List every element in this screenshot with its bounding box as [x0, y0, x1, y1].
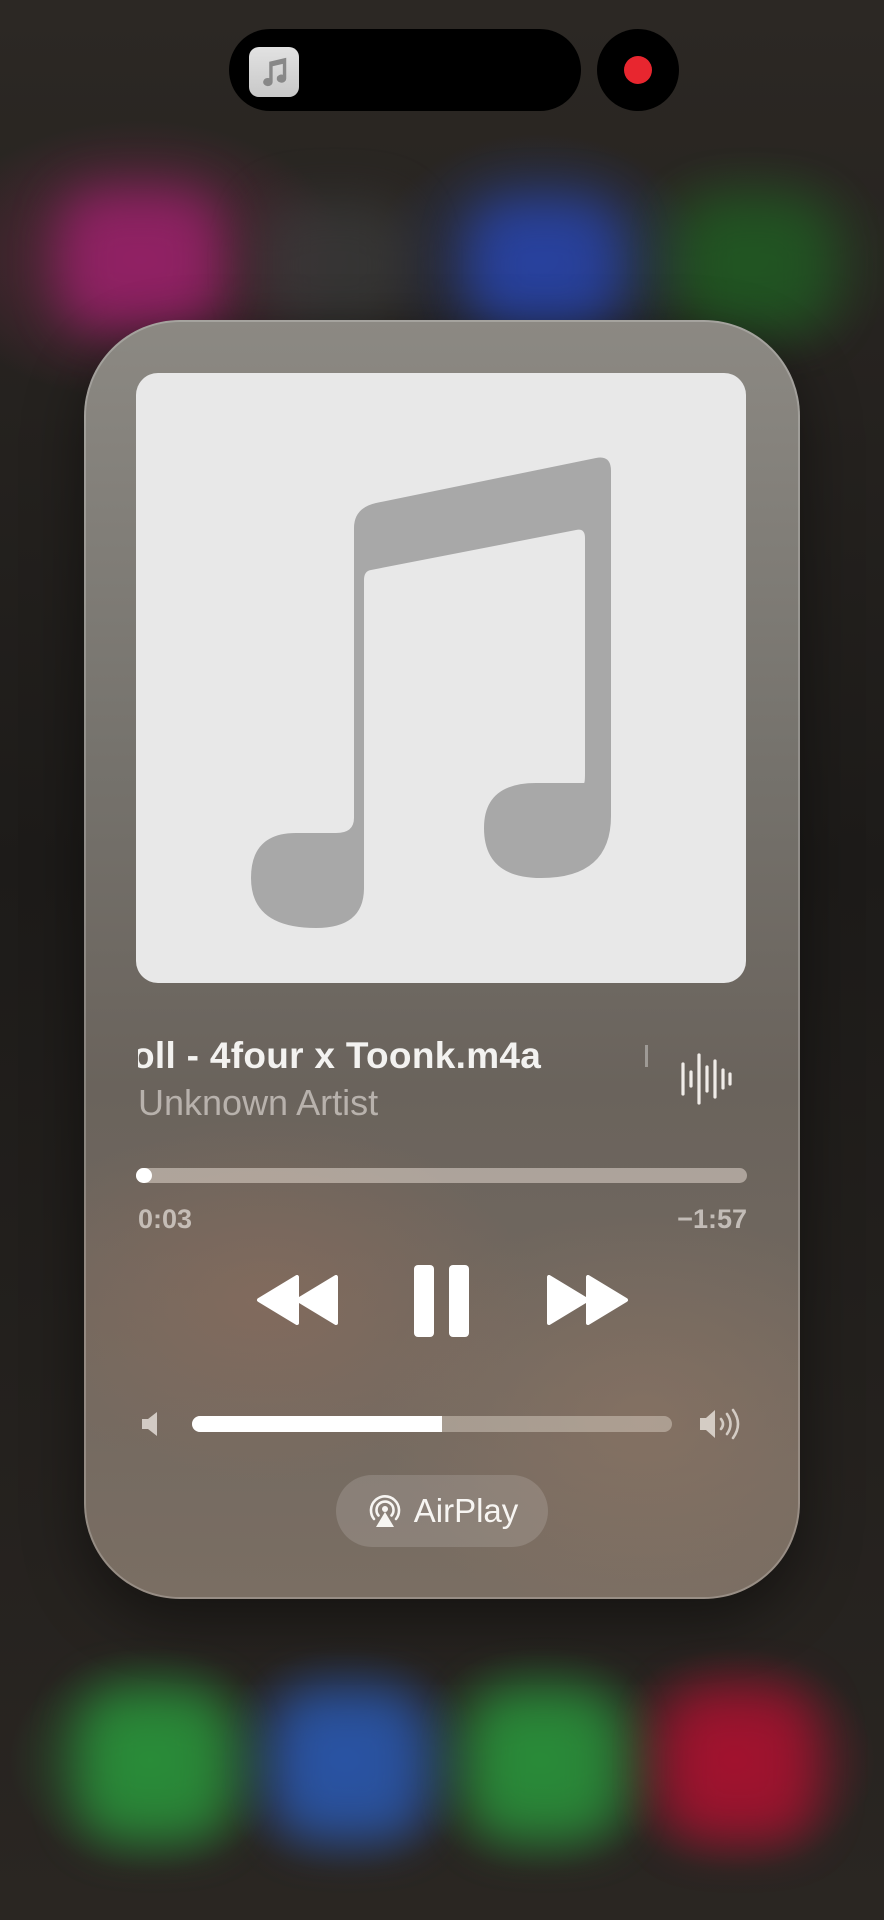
speaker-high-icon	[700, 1408, 740, 1440]
song-title-marquee: oll - 4four x Toonk.m4a	[138, 1035, 698, 1085]
remaining-time: −1:57	[677, 1204, 747, 1234]
music-note-icon	[249, 47, 299, 97]
blurred-app-icon	[470, 200, 620, 330]
volume-slider[interactable]	[192, 1416, 672, 1432]
record-dot-icon	[624, 56, 652, 84]
elapsed-time: 0:03	[138, 1204, 193, 1234]
dock-phone-icon	[80, 1690, 230, 1840]
recording-indicator[interactable]	[597, 29, 679, 111]
blurred-app-icon	[60, 190, 220, 330]
marquee-next-text	[645, 1045, 648, 1067]
waveform-icon[interactable]	[680, 1052, 732, 1106]
dynamic-island[interactable]	[229, 29, 581, 111]
fast-forward-icon[interactable]	[545, 1275, 629, 1325]
airplay-label: AirPlay	[413, 1492, 519, 1529]
music-note-icon	[251, 457, 611, 928]
playback-scrubber[interactable]	[136, 1168, 747, 1183]
blurred-app-icon	[260, 200, 410, 330]
dock-safari-icon	[275, 1690, 425, 1840]
now-playing-card: oll - 4four x Toonk.m4a Unknown Artist 0…	[84, 320, 800, 1599]
dock-messages-icon	[470, 1690, 620, 1840]
volume-level-fill	[192, 1416, 442, 1432]
album-artwork	[136, 373, 746, 983]
song-title: oll - 4four x Toonk.m4a	[138, 1035, 542, 1076]
artist-name: Unknown Artist	[138, 1082, 379, 1123]
playback-progress-fill	[136, 1168, 152, 1183]
blurred-app-icon	[680, 200, 830, 330]
dock-music-icon	[665, 1690, 815, 1840]
rewind-icon[interactable]	[256, 1275, 340, 1325]
airplay-icon	[369, 1495, 401, 1527]
speaker-low-icon	[142, 1412, 157, 1436]
pause-icon[interactable]	[412, 1263, 472, 1339]
airplay-button[interactable]: AirPlay	[336, 1475, 548, 1547]
